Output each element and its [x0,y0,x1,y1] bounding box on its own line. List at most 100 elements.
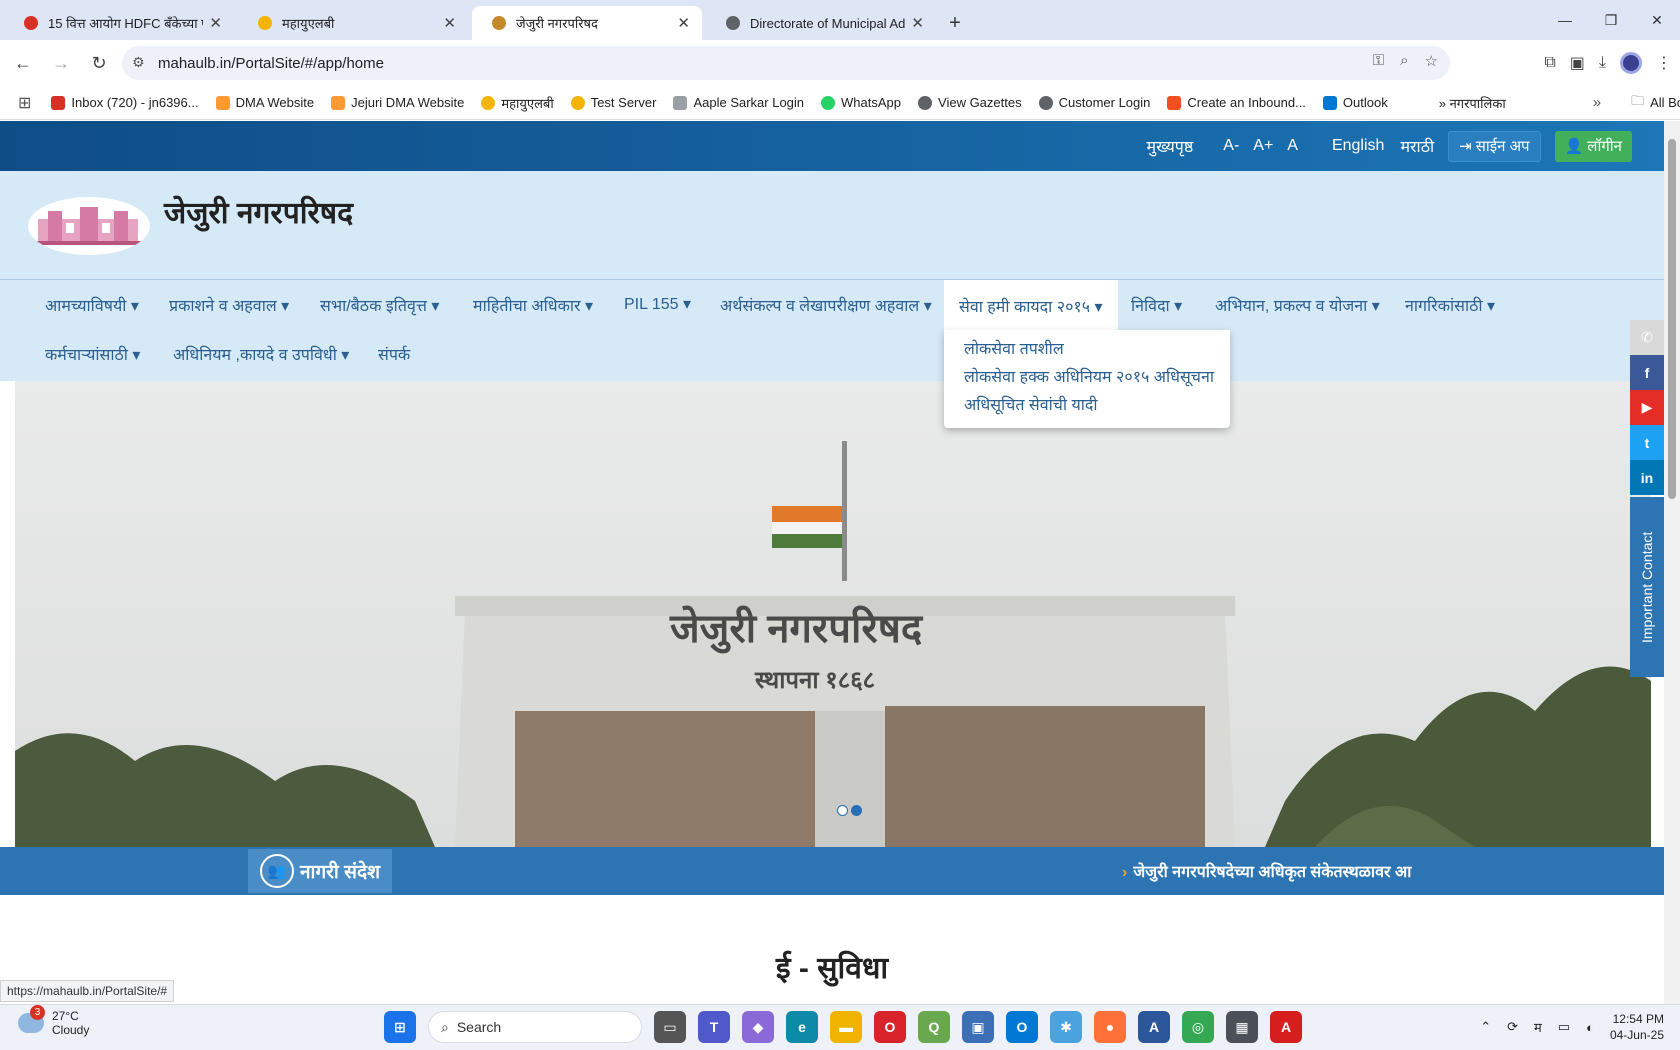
bookmark-star-icon[interactable]: ☆ [1425,52,1438,70]
more-bookmarks-icon[interactable]: » [1593,94,1601,111]
taskbar-search[interactable]: ⌕ Search [428,1011,642,1043]
all-bookmarks-button[interactable]: 🗀 All Bookmarks [1631,92,1680,114]
apps-grid-icon[interactable]: ⊞ [18,93,31,113]
windows-start-icon[interactable]: ⊞ [384,1011,416,1043]
download-icon[interactable]: ⤓ [1599,54,1606,72]
restore-button[interactable]: ❐ [1588,0,1634,40]
twitter-icon[interactable]: t [1630,425,1664,460]
bookmark-item[interactable]: View Gazettes [918,95,1022,110]
close-tab-icon[interactable]: ✕ [209,14,222,32]
bookmark-item[interactable]: महायुएलबी [481,94,554,112]
close-tab-icon[interactable]: ✕ [677,14,690,32]
dropdown-item[interactable]: लोकसेवा हक्क अधिनियम २०१५ अधिसूचना [964,364,1214,392]
menu-pil[interactable]: PIL 155 ▾ [624,294,691,314]
home-link[interactable]: मुख्यपृष्ठ [1147,135,1194,157]
edge-icon[interactable]: e [786,1011,818,1043]
ticker-message[interactable]: › जेजुरी नगरपरिषदेच्या अधिकृत संकेतस्थळाव… [1122,860,1411,882]
new-tab-button[interactable]: + [940,8,970,38]
task-view-icon[interactable]: ▭ [654,1011,686,1043]
bookmark-item[interactable]: Inbox (720) - jn6396... [51,95,199,110]
tab-search-icon[interactable]: ▣ [1570,53,1585,73]
site-settings-icon[interactable]: ⚙ [132,54,145,71]
bookmark-item[interactable]: Outlook [1322,95,1388,110]
minimize-button[interactable]: — [1542,0,1588,40]
menu-acts[interactable]: अधिनियम ,कायदे व उपविधी ▾ [173,343,349,365]
profile-avatar[interactable] [1620,52,1642,74]
zoom-icon[interactable]: ⌕ [1400,52,1408,70]
language-indicator[interactable]: म [1534,1018,1542,1036]
bookmark-item[interactable]: Customer Login [1038,95,1150,110]
font-normal-button[interactable]: A [1287,137,1298,155]
sync-icon[interactable]: ⟳ [1507,1019,1518,1035]
close-window-button[interactable]: ✕ [1634,0,1680,40]
menu-budget[interactable]: अर्थसंकल्प व लेखापरीक्षण अहवाल ▾ [720,294,932,316]
menu-publications[interactable]: प्रकाशने व अहवाल ▾ [169,294,289,316]
important-contact-tab[interactable]: Important Contact [1630,497,1664,677]
weather-widget[interactable]: 3 27°C Cloudy [18,1005,89,1037]
extensions-icon[interactable]: ⧉ [1544,54,1555,72]
bookmark-item[interactable]: DMA Website [215,95,314,110]
menu-tenders[interactable]: निविदा ▾ [1131,294,1182,316]
bookmark-item[interactable]: Test Server [570,95,656,110]
teams-icon[interactable]: T [698,1011,730,1043]
opera-icon[interactable]: O [874,1011,906,1043]
dropdown-item[interactable]: अधिसूचित सेवांची यादी [964,392,1210,420]
bookmark-item[interactable]: Jejuri DMA Website [331,95,464,110]
clock[interactable]: 12:54 PM 04-Jun-25 [1610,1011,1664,1043]
file-explorer-icon[interactable]: ▬ [830,1011,862,1043]
site-logo[interactable] [28,197,150,255]
forward-button[interactable]: → [42,45,80,81]
bookmark-item[interactable]: WhatsApp [821,95,901,110]
acrobat-icon[interactable]: A [1270,1011,1302,1043]
facebook-icon[interactable]: f [1630,355,1664,390]
english-link[interactable]: English [1332,137,1384,155]
font-increase-button[interactable]: A+ [1253,137,1273,155]
app-icon[interactable]: ▣ [962,1011,994,1043]
menu-icon[interactable]: ⋮ [1656,53,1672,73]
copilot-icon[interactable]: ◆ [742,1011,774,1043]
menu-meetings[interactable]: सभा/बैठक इतिवृत्त ▾ [320,294,439,316]
bookmark-item[interactable]: » नगरपालिका [1439,94,1506,112]
carousel-dot-active[interactable] [851,805,862,816]
dropdown-item[interactable]: लोकसेवा तपशील [964,336,1210,364]
menu-citizens[interactable]: नागरिकांसाठी ▾ [1405,294,1495,316]
menu-service-act[interactable]: सेवा हमी कायदा २०१५ ▾ [944,280,1118,332]
menu-contact[interactable]: संपर्क [378,343,410,365]
linkedin-icon[interactable]: in [1630,460,1664,495]
page-scrollbar[interactable] [1664,121,1680,1004]
login-button[interactable]: 👤 लॉगीन [1554,130,1632,162]
phone-icon[interactable]: ✆ [1630,320,1664,355]
bookmark-item[interactable]: Aaple Sarkar Login [673,95,804,110]
menu-employees[interactable]: कर्मचाऱ्यांसाठी ▾ [45,343,140,365]
menu-rti[interactable]: माहितीचा अधिकार ▾ [473,294,593,316]
youtube-icon[interactable]: ▶ [1630,390,1664,425]
scrollbar-thumb[interactable] [1668,139,1676,499]
firefox-icon[interactable]: ● [1094,1011,1126,1043]
bookmark-item[interactable]: Create an Inbound... [1167,95,1306,110]
calculator-icon[interactable]: ▦ [1226,1011,1258,1043]
menu-campaigns[interactable]: अभियान, प्रकल्प व योजना ▾ [1215,294,1380,316]
carousel-dot[interactable] [837,805,848,816]
browser-tab[interactable]: 15 वित्त आयोग HDFC बँकेच्या फाय ✕ [4,6,234,40]
reload-button[interactable]: ↻ [80,45,118,81]
chevron-up-icon[interactable]: ⌃ [1480,1019,1491,1035]
password-key-icon[interactable]: ⚿ [1373,52,1384,70]
browser-tab[interactable]: महायुएलबी ✕ [238,6,468,40]
chrome-icon[interactable]: ◎ [1182,1011,1214,1043]
outlook-icon[interactable]: O [1006,1011,1038,1043]
network-icon[interactable]: ▭ [1558,1019,1570,1035]
volume-icon[interactable]: ◐ [1586,1020,1594,1035]
browser-tab[interactable]: Directorate of Municipal Admin ✕ [706,6,936,40]
marathi-link[interactable]: मराठी [1400,135,1434,157]
qgis-icon[interactable]: Q [918,1011,950,1043]
translator-icon[interactable]: A [1138,1011,1170,1043]
close-tab-icon[interactable]: ✕ [443,14,456,32]
signup-button[interactable]: ⇥ साईन अप [1448,130,1541,162]
close-tab-icon[interactable]: ✕ [911,14,924,32]
back-button[interactable]: ← [4,45,42,81]
address-bar[interactable]: ⚙ mahaulb.in/PortalSite/#/app/home ⚿ ⌕ ☆ [122,46,1450,80]
font-decrease-button[interactable]: A- [1223,137,1239,155]
menu-about[interactable]: आमच्याविषयी ▾ [45,294,139,316]
browser-tab-active[interactable]: जेजुरी नगरपरिषद ✕ [472,6,702,40]
network-app-icon[interactable]: ✱ [1050,1011,1082,1043]
